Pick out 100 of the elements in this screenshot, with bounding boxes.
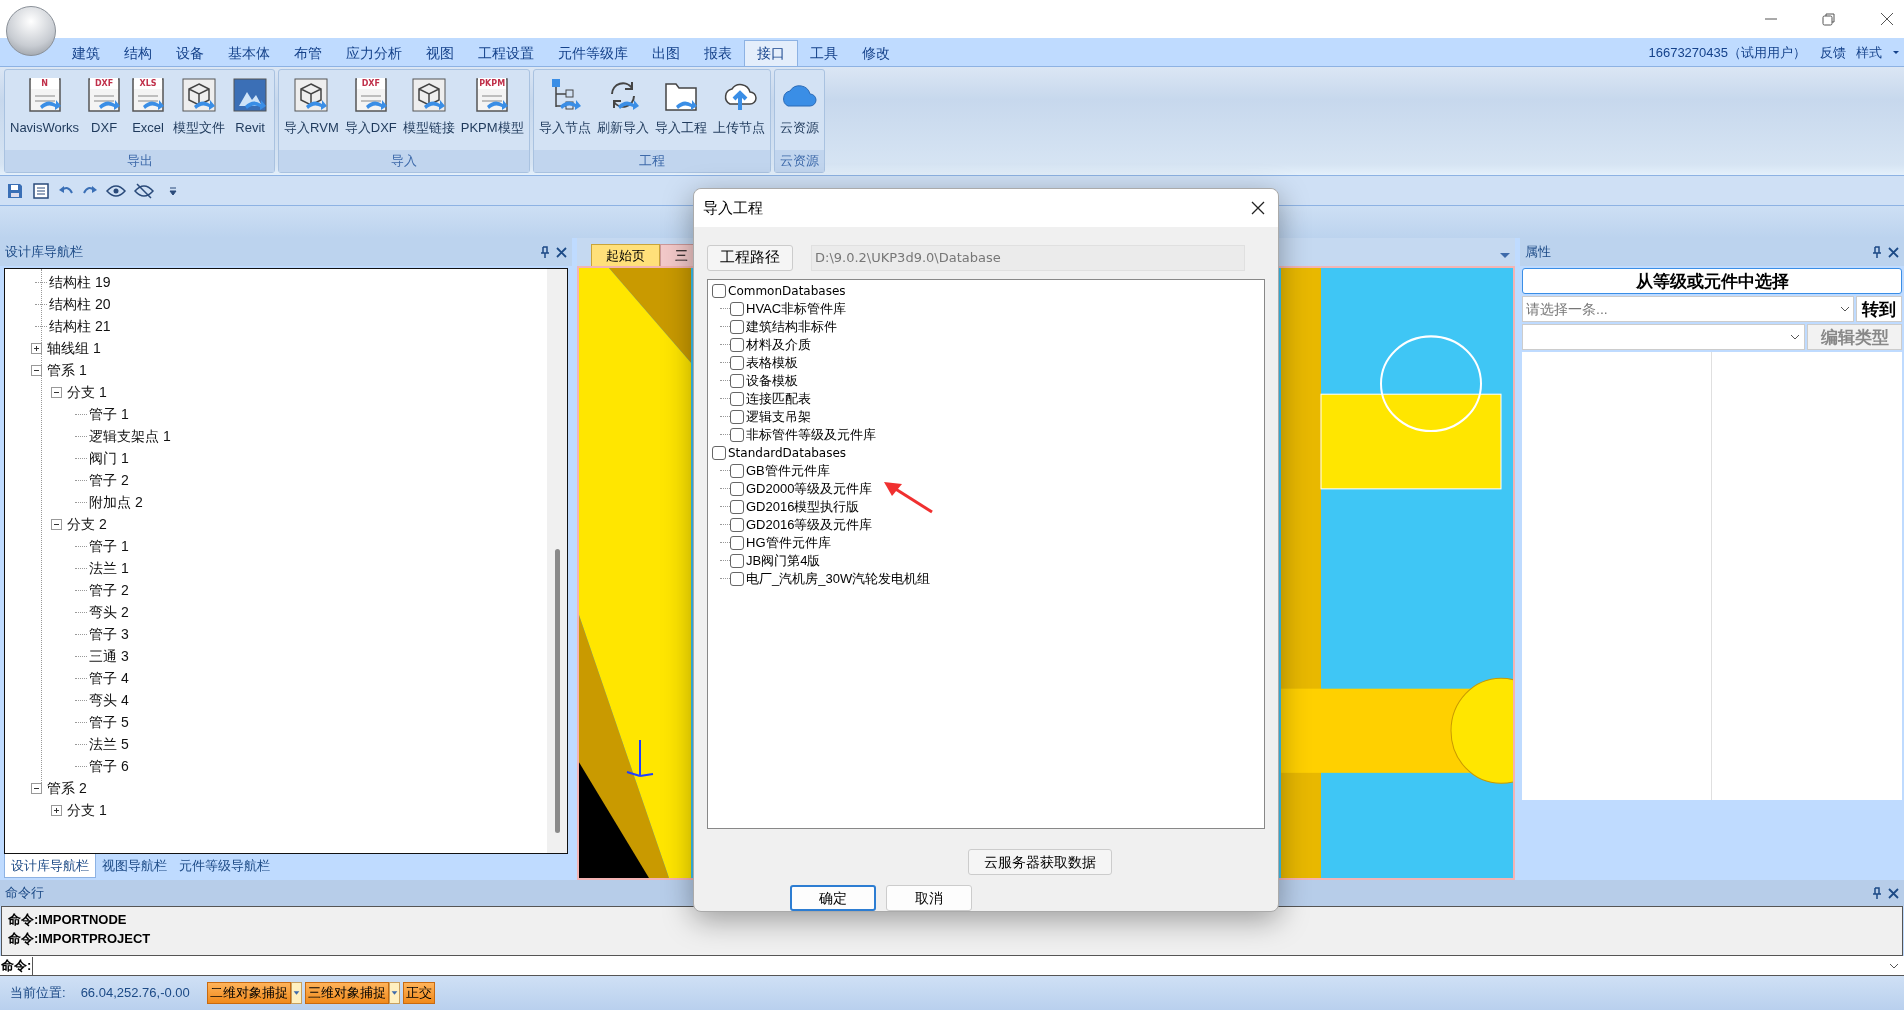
menu-tab[interactable]: 元件等级库 bbox=[546, 40, 640, 66]
tree-item[interactable]: 结构柱 20 bbox=[49, 293, 111, 315]
tree-item[interactable]: 逻辑支吊架 bbox=[746, 406, 811, 427]
checkbox[interactable] bbox=[730, 535, 744, 550]
tree-item[interactable]: 轴线组 1 bbox=[47, 337, 101, 359]
menu-tab[interactable]: 接口 bbox=[744, 40, 798, 66]
tree-item[interactable]: 设备模板 bbox=[746, 370, 798, 391]
panel-tab[interactable]: 元件等级导航栏 bbox=[173, 854, 276, 878]
menu-tab[interactable]: 结构 bbox=[112, 40, 164, 66]
checkbox[interactable] bbox=[730, 409, 744, 424]
customize-icon[interactable] bbox=[168, 185, 178, 196]
tree-item[interactable]: 管子 2 bbox=[89, 469, 129, 491]
checkbox[interactable] bbox=[730, 517, 744, 532]
checkbox[interactable] bbox=[730, 463, 744, 478]
cloud-fetch-button[interactable]: 云服务器获取数据 bbox=[968, 849, 1112, 875]
tree-item[interactable]: 阀门 1 bbox=[89, 447, 129, 469]
expand-icon[interactable] bbox=[31, 342, 42, 354]
collapse-icon[interactable] bbox=[51, 386, 62, 398]
tree-item[interactable]: GD2000等级及元件库 bbox=[746, 478, 873, 499]
ribbon-button[interactable]: 模型文件 bbox=[170, 74, 229, 150]
dropdown-icon[interactable] bbox=[290, 982, 302, 1004]
tree-item[interactable]: 分支 2 bbox=[67, 513, 107, 535]
panel-tab[interactable]: 视图导航栏 bbox=[96, 854, 173, 878]
menu-tab[interactable]: 视图 bbox=[414, 40, 466, 66]
tree-item[interactable]: GD2016等级及元件库 bbox=[746, 514, 873, 535]
menu-tab[interactable]: 修改 bbox=[850, 40, 902, 66]
snap-toggle[interactable]: 三维对象捕捉 bbox=[304, 982, 389, 1004]
tree-item[interactable]: 管子 5 bbox=[89, 711, 129, 733]
checkbox[interactable] bbox=[730, 373, 744, 388]
tree-item[interactable]: 结构柱 21 bbox=[49, 315, 111, 337]
tree-item[interactable]: HVAC非标管件库 bbox=[746, 298, 847, 319]
checkbox[interactable] bbox=[730, 319, 744, 334]
ribbon-button[interactable]: 云资源 bbox=[776, 74, 822, 150]
tree-item[interactable]: 连接匹配表 bbox=[746, 388, 811, 409]
menu-tab[interactable]: 设备 bbox=[164, 40, 216, 66]
dropdown-icon[interactable] bbox=[1889, 962, 1899, 969]
tree-item[interactable]: 弯头 2 bbox=[89, 601, 129, 623]
tree-item[interactable]: 管子 3 bbox=[89, 623, 129, 645]
menu-tab[interactable]: 建筑 bbox=[60, 40, 112, 66]
pin-icon[interactable] bbox=[1872, 887, 1882, 899]
tree-item[interactable]: 电厂_汽机房_30W汽轮发电机组 bbox=[746, 568, 931, 589]
checkbox[interactable] bbox=[730, 301, 744, 316]
header-link[interactable]: 样式 bbox=[1856, 40, 1882, 66]
tree-item[interactable]: 管子 2 bbox=[89, 579, 129, 601]
ribbon-button[interactable]: 导入节点 bbox=[535, 74, 594, 150]
close-icon[interactable] bbox=[1251, 200, 1265, 215]
ribbon-button[interactable]: XLS Excel bbox=[126, 74, 171, 150]
collapse-icon[interactable] bbox=[31, 364, 42, 376]
checkbox[interactable] bbox=[730, 553, 744, 568]
tree-item[interactable]: CommonDatabases bbox=[728, 281, 846, 300]
tree-item[interactable]: 非标管件等级及元件库 bbox=[746, 424, 876, 445]
checkbox[interactable] bbox=[730, 391, 744, 406]
document-list-icon[interactable] bbox=[32, 181, 50, 200]
menu-tab[interactable]: 布管 bbox=[282, 40, 334, 66]
snap-toggle[interactable]: 二维对象捕捉 bbox=[206, 982, 291, 1004]
menu-tab[interactable]: 报表 bbox=[692, 40, 744, 66]
document-tab[interactable]: 起始页 bbox=[591, 244, 660, 266]
checkbox[interactable] bbox=[730, 427, 744, 442]
path-field[interactable]: D:\9.0.2\UKP3d9.0\Database bbox=[811, 244, 1245, 271]
chevron-icon[interactable] bbox=[1790, 334, 1800, 340]
item-select[interactable]: 请选择一条... bbox=[1522, 296, 1854, 322]
chevron-icon[interactable] bbox=[1840, 306, 1850, 312]
menu-tab[interactable]: 工程设置 bbox=[466, 40, 546, 66]
tree-item[interactable]: 管子 1 bbox=[89, 403, 129, 425]
menu-tab[interactable]: 工具 bbox=[798, 40, 850, 66]
header-link[interactable]: 反馈 bbox=[1820, 40, 1846, 66]
tree-item[interactable]: 逻辑支架点 1 bbox=[89, 425, 171, 447]
ribbon-button[interactable]: 刷新导入 bbox=[593, 74, 652, 150]
tree-item[interactable]: 弯头 4 bbox=[89, 689, 129, 711]
project-path-button[interactable]: 工程路径 bbox=[707, 244, 793, 271]
close-icon[interactable] bbox=[1880, 12, 1894, 26]
panel-tab[interactable]: 设计库导航栏 bbox=[4, 854, 96, 878]
checkbox[interactable] bbox=[730, 499, 744, 514]
collapse-icon[interactable] bbox=[51, 518, 62, 530]
checkbox[interactable] bbox=[712, 283, 726, 298]
checkbox[interactable] bbox=[730, 571, 744, 586]
ribbon-button[interactable]: DXF 导入DXF bbox=[341, 74, 400, 150]
tree-item[interactable]: 管系 1 bbox=[47, 359, 87, 381]
tree-item[interactable]: 管子 6 bbox=[89, 755, 129, 777]
tree-item[interactable]: 法兰 1 bbox=[89, 557, 129, 579]
dialog-button[interactable]: 确定 bbox=[790, 885, 876, 911]
checkbox[interactable] bbox=[730, 355, 744, 370]
tree-item[interactable]: StandardDatabases bbox=[728, 443, 847, 462]
tree-item[interactable]: 结构柱 19 bbox=[49, 271, 111, 293]
tree-item[interactable]: 表格模板 bbox=[746, 352, 798, 373]
ribbon-button[interactable]: DXF DXF bbox=[82, 74, 127, 150]
expand-icon[interactable] bbox=[51, 804, 62, 816]
menu-tab[interactable]: 应力分析 bbox=[334, 40, 414, 66]
checkbox[interactable] bbox=[712, 445, 726, 460]
select-from-grade-button[interactable]: 从等级或元件中选择 bbox=[1522, 268, 1902, 294]
eye-icon[interactable] bbox=[106, 183, 126, 198]
scrollbar-thumb[interactable] bbox=[554, 549, 560, 833]
collapse-icon[interactable] bbox=[31, 782, 42, 794]
tree-item[interactable]: 附加点 2 bbox=[89, 491, 143, 513]
tree-item[interactable]: 材料及介质 bbox=[746, 334, 811, 355]
tree-item[interactable]: 法兰 5 bbox=[89, 733, 129, 755]
tree-item[interactable]: 建筑结构非标件 bbox=[746, 316, 837, 337]
goto-button[interactable]: 转到 bbox=[1856, 296, 1902, 322]
tree-item[interactable]: 管系 2 bbox=[47, 777, 87, 799]
tree-item[interactable]: 管子 4 bbox=[89, 667, 129, 689]
